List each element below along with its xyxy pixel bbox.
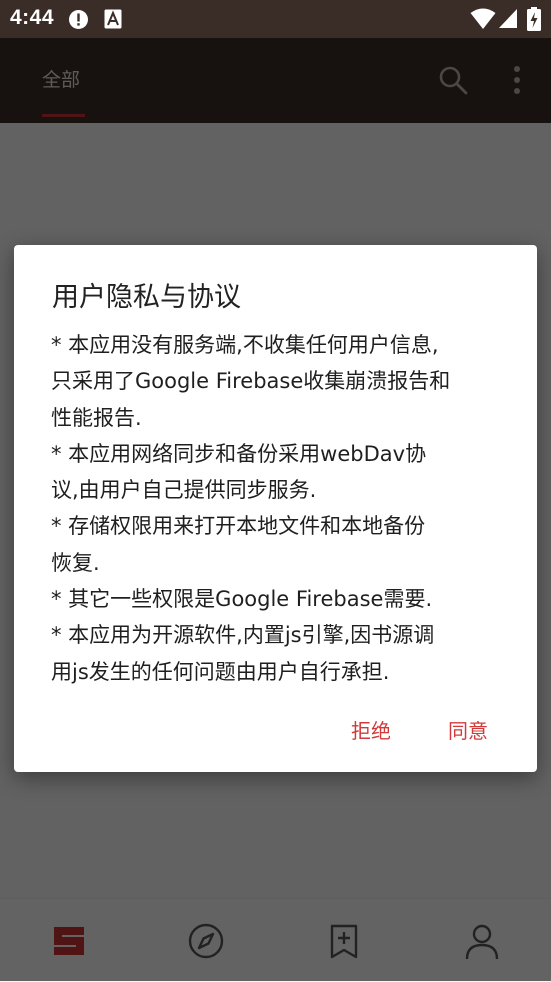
alert-circle-icon: [68, 9, 89, 34]
dialog-title: 用户隐私与协议: [52, 282, 241, 313]
dialog-paragraph: * 本应用为开源软件,内置js引擎,因书源调 用js发生的任何问题由用户自行承担…: [51, 623, 435, 684]
wifi-icon: [470, 8, 496, 34]
agree-button[interactable]: 同意: [448, 715, 488, 744]
dialog-body: * 本应用没有服务端,不收集任何用户信息, 只采用了Google Firebas…: [51, 327, 511, 690]
dialog-paragraph: * 其它一些权限是Google Firebase需要.: [51, 587, 433, 612]
privacy-dialog: 用户隐私与协议 * 本应用没有服务端,不收集任何用户信息, 只采用了Google…: [14, 245, 537, 772]
signal-icon: [498, 8, 518, 33]
dialog-paragraph: * 本应用网络同步和备份采用webDav协 议,由用户自己提供同步服务.: [51, 441, 427, 503]
status-time: 4:44: [10, 6, 55, 29]
status-bar: 4:44: [0, 0, 551, 38]
font-a-icon: [104, 9, 122, 33]
dialog-paragraph: * 存储权限用来打开本地文件和本地备份 恢复.: [51, 514, 426, 575]
refuse-button[interactable]: 拒绝: [351, 715, 391, 744]
dialog-paragraph: * 本应用没有服务端,不收集任何用户信息, 只采用了Google Firebas…: [51, 333, 451, 430]
battery-charging-icon: [527, 7, 541, 35]
